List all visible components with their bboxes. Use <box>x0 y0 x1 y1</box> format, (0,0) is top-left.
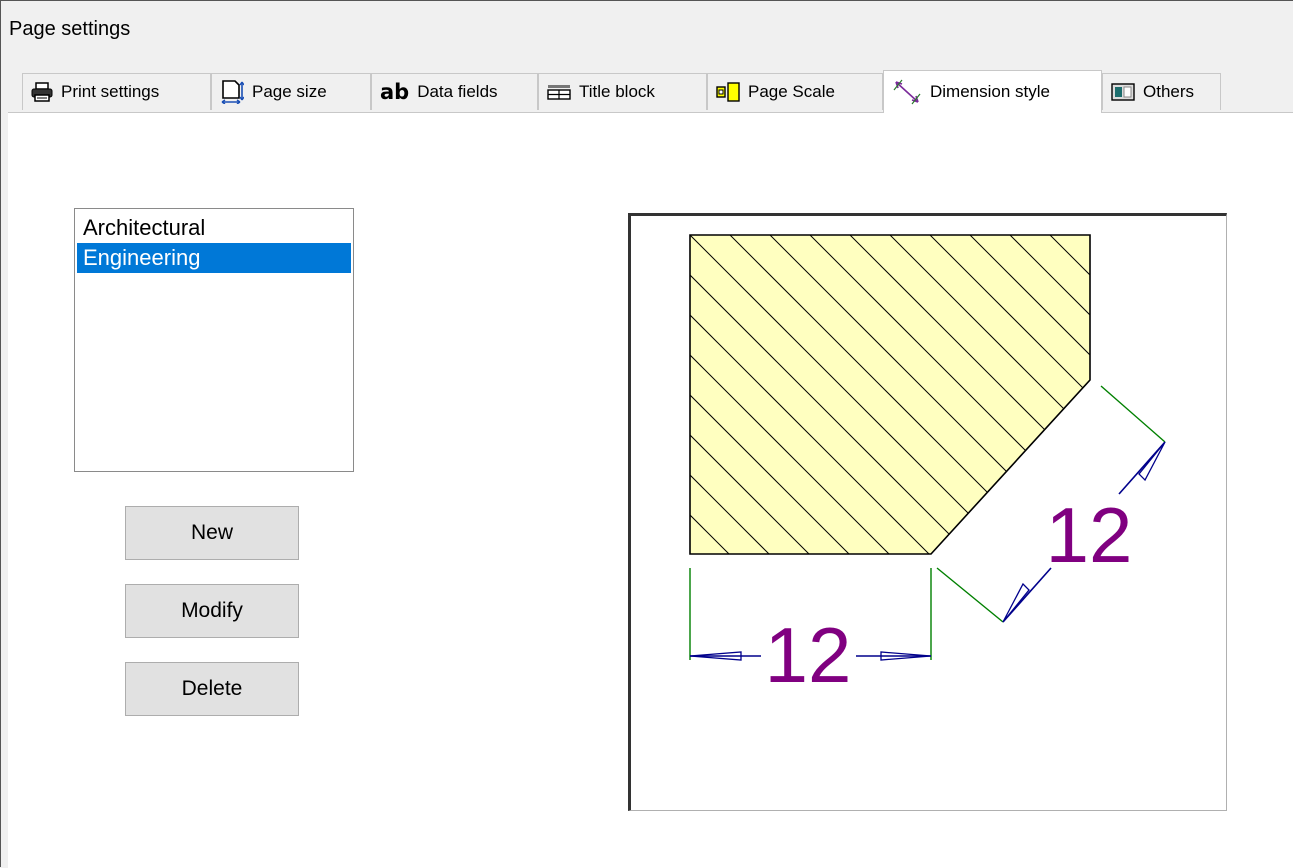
tab-page-scale[interactable]: Page Scale <box>707 73 883 110</box>
tab-label: Title block <box>579 82 655 101</box>
page-scale-icon <box>716 82 740 102</box>
tab-dimension-style[interactable]: Dimension style <box>883 70 1102 113</box>
delete-button[interactable]: Delete <box>125 662 299 716</box>
window-left-border <box>0 0 1 867</box>
window-title-bar: Page settings <box>0 0 1293 60</box>
window-title: Page settings <box>9 18 131 40</box>
angled-dimension-text: 12 <box>1046 491 1133 579</box>
tab-others[interactable]: Others <box>1102 73 1221 110</box>
tab-data-fields[interactable]: ab Data fields <box>371 73 538 110</box>
others-icon <box>1111 83 1135 101</box>
tab-label: Others <box>1143 82 1195 101</box>
tab-label: Data fields <box>417 82 498 101</box>
horizontal-dimension: 12 <box>689 568 932 699</box>
tab-label: Print settings <box>61 82 160 101</box>
tab-title-block[interactable]: Title block <box>538 73 707 110</box>
window-top-border <box>0 0 1293 1</box>
new-button[interactable]: New <box>125 506 299 560</box>
list-item-engineering[interactable]: Engineering <box>77 243 351 273</box>
tab-page-size[interactable]: Page size <box>211 73 371 110</box>
tab-label: Page Scale <box>748 82 835 101</box>
list-item-architectural[interactable]: Architectural <box>77 213 351 243</box>
tab-label: Page size <box>252 82 327 101</box>
preview-drawing: 12 12 <box>689 234 1166 699</box>
dimension-style-list[interactable]: Architectural Engineering <box>74 208 354 472</box>
title-block-icon <box>547 84 571 100</box>
tab-label: Dimension style <box>930 82 1050 101</box>
modify-button[interactable]: Modify <box>125 584 299 638</box>
printer-icon <box>31 82 53 102</box>
horizontal-dimension-text: 12 <box>765 611 852 699</box>
page-size-icon <box>220 80 244 104</box>
dimension-style-preview: 12 12 <box>628 213 1227 811</box>
tab-strip: Print settings Page size ab Data fields <box>22 70 1293 113</box>
tab-print-settings[interactable]: Print settings <box>22 73 211 110</box>
dimension-style-icon <box>892 78 922 106</box>
ab-text-icon: ab <box>380 80 410 104</box>
